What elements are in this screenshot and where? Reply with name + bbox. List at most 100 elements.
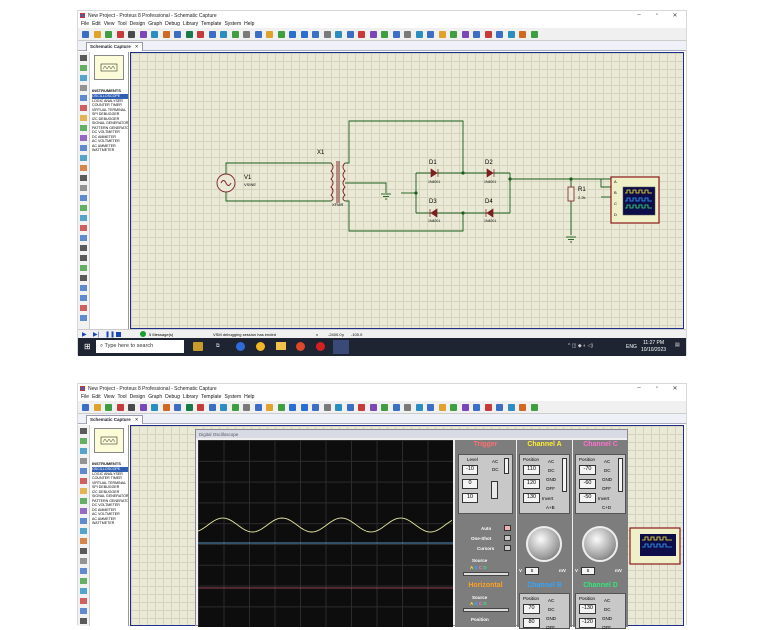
- box-icon[interactable]: [80, 205, 87, 211]
- open-folder-icon[interactable]: [93, 31, 101, 38]
- probe-icon[interactable]: [80, 548, 87, 554]
- print-icon[interactable]: [128, 404, 135, 411]
- help-icon[interactable]: [519, 404, 526, 411]
- generator-icon[interactable]: [80, 538, 87, 544]
- probe-icon[interactable]: [80, 175, 87, 181]
- area-icon[interactable]: [139, 31, 147, 38]
- trigger-level-mid[interactable]: 0: [462, 479, 478, 489]
- flip-icon[interactable]: [80, 295, 87, 301]
- channel-c-pos-mid[interactable]: -60: [579, 479, 596, 489]
- text-script-icon[interactable]: [80, 95, 87, 101]
- text-icon[interactable]: [80, 245, 87, 251]
- chrome-icon[interactable]: [256, 342, 265, 351]
- channel-c-ac[interactable]: AC: [604, 459, 610, 464]
- language-indicator[interactable]: ENG: [626, 344, 637, 350]
- minimize-button[interactable]: –: [634, 385, 644, 391]
- remove-sheet-icon[interactable]: [438, 404, 446, 411]
- minimize-button[interactable]: –: [634, 12, 644, 18]
- design-explorer-icon[interactable]: [415, 404, 423, 411]
- menu-view[interactable]: View: [104, 394, 115, 400]
- block-rotate-icon[interactable]: [312, 31, 319, 38]
- decompose-icon[interactable]: [369, 404, 377, 411]
- import-icon[interactable]: [116, 404, 124, 411]
- weather-icon[interactable]: [193, 342, 203, 351]
- channel-a-off[interactable]: OFF: [546, 486, 555, 491]
- redo-icon[interactable]: [243, 31, 250, 38]
- firefox-icon[interactable]: [296, 342, 305, 351]
- tab-schematic-capture[interactable]: Schematic Capture ✕: [86, 415, 143, 424]
- tab-close-icon[interactable]: ✕: [135, 417, 139, 422]
- erc-icon[interactable]: [473, 404, 480, 411]
- zoom-area-icon[interactable]: [220, 31, 227, 38]
- text-icon[interactable]: [80, 618, 87, 624]
- simulate-icon[interactable]: [496, 404, 503, 411]
- make-device-icon[interactable]: [346, 404, 354, 411]
- close-button[interactable]: ✕: [670, 12, 680, 19]
- channel-b-gnd[interactable]: GND: [546, 616, 556, 621]
- rotate-cw-icon[interactable]: [80, 275, 87, 281]
- zoom-area-icon[interactable]: [220, 404, 227, 411]
- open-folder-icon[interactable]: [93, 404, 101, 411]
- copy-icon[interactable]: [266, 404, 273, 411]
- zoom-in-icon[interactable]: [185, 31, 193, 38]
- mirror-icon[interactable]: [80, 305, 87, 311]
- channel-d-pos-mid[interactable]: -120: [579, 618, 596, 628]
- stop-icon[interactable]: [116, 332, 121, 337]
- block-copy-icon[interactable]: [289, 404, 296, 411]
- menu-design[interactable]: Design: [130, 21, 146, 27]
- channel-c-invert[interactable]: Invert: [598, 496, 609, 501]
- zoom-all-icon[interactable]: [208, 404, 216, 411]
- packaging-icon[interactable]: [358, 31, 365, 38]
- component-mode-icon[interactable]: [80, 65, 87, 71]
- pan-icon[interactable]: [174, 31, 181, 38]
- menu-help[interactable]: Help: [244, 394, 254, 400]
- play-icon[interactable]: ▶: [82, 331, 87, 338]
- menu-edit[interactable]: Edit: [92, 21, 101, 27]
- menu-view[interactable]: View: [104, 21, 115, 27]
- cut-icon[interactable]: [254, 31, 262, 38]
- subcircuit-icon[interactable]: [80, 488, 87, 494]
- tray-icons[interactable]: ^ ◫ ◆ ◐ ◁): [568, 343, 593, 349]
- pick-device-icon[interactable]: [335, 404, 342, 411]
- code-icon[interactable]: [507, 31, 515, 38]
- menu-library[interactable]: Library: [183, 394, 198, 400]
- tape-icon[interactable]: [80, 528, 87, 534]
- save-icon[interactable]: [105, 404, 112, 411]
- junction-icon[interactable]: [80, 75, 87, 81]
- device-list-item[interactable]: WATTMETER: [92, 148, 128, 153]
- edge-icon[interactable]: [236, 342, 245, 351]
- trigger-coupling-switch[interactable]: [504, 458, 509, 474]
- trigger-source-options[interactable]: A B C D: [470, 565, 487, 570]
- zoom-in-icon[interactable]: [185, 404, 193, 411]
- wire-label-icon[interactable]: [80, 85, 87, 91]
- zoom-out-icon[interactable]: [197, 31, 204, 38]
- menu-tool[interactable]: Tool: [117, 394, 126, 400]
- menu-edit[interactable]: Edit: [92, 394, 101, 400]
- menu-debug[interactable]: Debug: [165, 394, 180, 400]
- line-icon[interactable]: [80, 195, 87, 201]
- step-icon[interactable]: ▶|: [93, 331, 99, 338]
- circle-icon[interactable]: [80, 588, 87, 594]
- channel-a-coupling-switch[interactable]: [562, 458, 567, 492]
- menu-help[interactable]: Help: [244, 21, 254, 27]
- property-tool-icon[interactable]: [404, 31, 411, 38]
- tape-icon[interactable]: [80, 155, 87, 161]
- menu-graph[interactable]: Graph: [148, 21, 162, 27]
- device-list-item[interactable]: WATTMETER: [92, 521, 128, 526]
- line-icon[interactable]: [80, 568, 87, 574]
- oscilloscope-title[interactable]: Digital Oscilloscope: [196, 430, 627, 438]
- menu-template[interactable]: Template: [201, 394, 221, 400]
- clock-time[interactable]: 11:27 PM: [643, 340, 664, 346]
- help-icon[interactable]: [519, 31, 526, 38]
- circle-icon[interactable]: [80, 215, 87, 221]
- device-list-item[interactable]: SIGNAL GENERATOR: [92, 121, 128, 126]
- block-move-icon[interactable]: [300, 31, 308, 38]
- wire-autorouter-icon[interactable]: [381, 404, 388, 411]
- channel-d-ac[interactable]: AC: [604, 598, 610, 603]
- channel-c-dc[interactable]: DC: [604, 468, 611, 473]
- path-icon[interactable]: [80, 608, 87, 614]
- pcb-icon[interactable]: [484, 31, 492, 38]
- channel-a-ac[interactable]: AC: [548, 459, 554, 464]
- maximize-button[interactable]: ▫: [652, 385, 662, 391]
- graph-icon[interactable]: [80, 145, 87, 151]
